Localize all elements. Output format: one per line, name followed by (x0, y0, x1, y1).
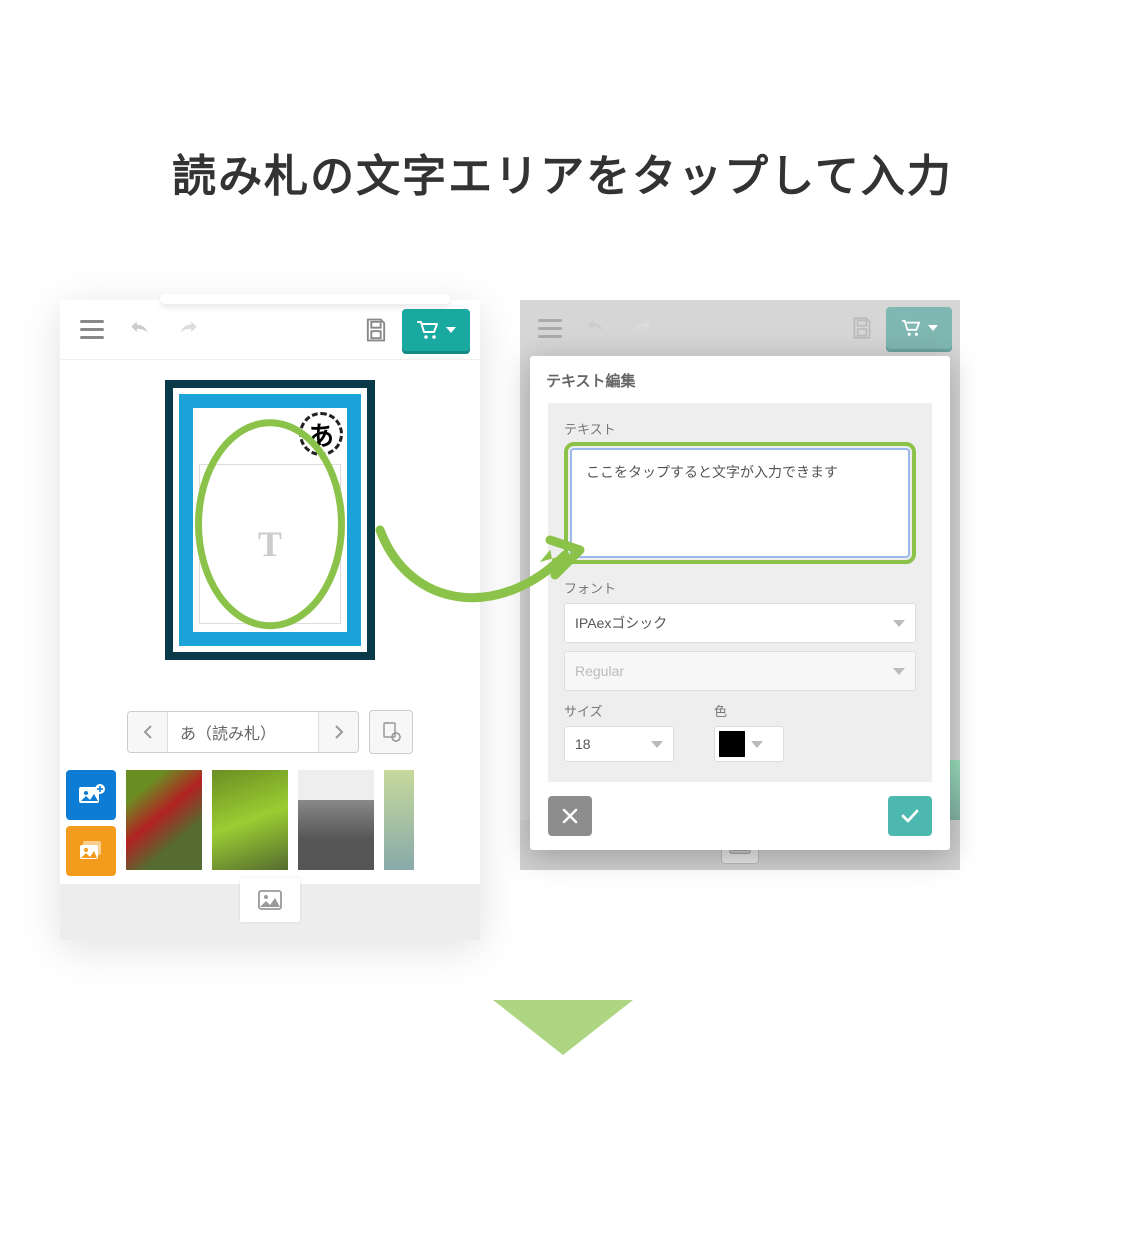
chevron-down-icon (893, 620, 905, 627)
save-button (840, 306, 884, 350)
chevron-down-icon (446, 327, 456, 333)
redo-button (620, 306, 664, 350)
editor-panel-before: あ T あ（読み札） (60, 300, 480, 940)
image-stack-icon (76, 838, 106, 864)
bottom-bar (60, 884, 480, 940)
size-field-label: サイズ (564, 701, 674, 720)
card-frame: あ T (165, 380, 375, 660)
editor-toolbar (60, 300, 480, 360)
font-select[interactable]: IPAexゴシック (564, 603, 916, 643)
font-weight-value: Regular (575, 663, 624, 679)
chevron-down-icon (928, 325, 938, 331)
image-thumbnail[interactable] (212, 770, 288, 870)
card-text-area[interactable]: T (199, 464, 341, 624)
color-swatch (719, 731, 745, 757)
page-heading: 読み札の文字エリアをタップして入力 (0, 140, 1125, 204)
cart-icon (416, 320, 440, 340)
image-thumbnail[interactable] (298, 770, 374, 870)
image-plus-icon (76, 782, 106, 808)
font-size-select[interactable]: 18 (564, 726, 674, 762)
text-field-label: テキスト (564, 419, 916, 438)
close-icon (561, 807, 579, 825)
menu-button (528, 306, 572, 350)
cancel-button[interactable] (548, 796, 592, 836)
font-field-label: フォント (564, 578, 916, 597)
font-select-value: IPAexゴシック (575, 613, 667, 633)
confirm-button[interactable] (888, 796, 932, 836)
check-icon (900, 807, 920, 825)
text-edit-modal: テキスト編集 テキスト ここをタップすると文字が入力できます フォント IPAe… (530, 356, 950, 850)
font-weight-select[interactable]: Regular (564, 651, 916, 691)
add-image-button[interactable] (66, 770, 116, 820)
page-settings-button[interactable] (369, 710, 413, 754)
chevron-down-icon (751, 741, 763, 748)
menu-button[interactable] (70, 308, 114, 352)
current-page-label[interactable]: あ（読み札） (168, 712, 318, 752)
undo-button[interactable] (118, 308, 162, 352)
highlight-box: ここをタップすると文字が入力できます (564, 442, 916, 564)
page-navigator: あ（読み札） (60, 700, 480, 764)
editor-toolbar-dimmed (520, 300, 960, 356)
image-library-button[interactable] (66, 826, 116, 876)
next-page-button[interactable] (318, 712, 358, 752)
image-tray-toggle[interactable] (240, 878, 300, 922)
redo-button[interactable] (166, 308, 210, 352)
image-icon (257, 889, 283, 911)
page-gear-icon (379, 720, 403, 744)
down-chevron-decor (493, 1000, 633, 1055)
modal-title: テキスト編集 (530, 356, 950, 403)
card-inner[interactable]: あ T (179, 394, 361, 646)
editor-panel-after: テキスト編集 テキスト ここをタップすると文字が入力できます フォント IPAe… (520, 300, 960, 870)
image-thumbnail[interactable] (384, 770, 414, 870)
text-input[interactable]: ここをタップすると文字が入力できます (570, 448, 910, 558)
card-index-badge: あ (299, 412, 343, 456)
chevron-down-icon (893, 668, 905, 675)
undo-button (574, 306, 618, 350)
canvas-area: あ T (60, 360, 480, 700)
font-color-select[interactable] (714, 726, 784, 762)
save-button[interactable] (354, 308, 398, 352)
font-size-value: 18 (575, 736, 591, 752)
cart-button (886, 307, 952, 349)
prev-page-button[interactable] (128, 712, 168, 752)
image-thumbnail-strip (60, 764, 480, 884)
image-thumbnail[interactable] (126, 770, 202, 870)
chevron-down-icon (651, 741, 663, 748)
color-field-label: 色 (714, 701, 784, 720)
cart-button[interactable] (402, 309, 470, 351)
